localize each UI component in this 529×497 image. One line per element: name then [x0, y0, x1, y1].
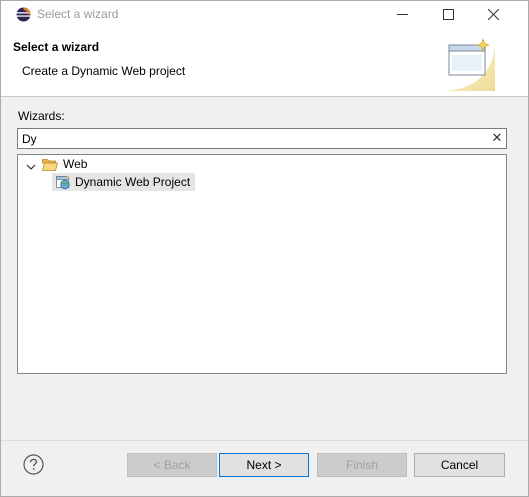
finish-button[interactable]: Finish: [317, 453, 407, 477]
dynamic-web-project-icon: [55, 174, 71, 190]
window-title: Select a wizard: [37, 7, 119, 21]
close-button[interactable]: [472, 1, 516, 29]
new-wizard-banner-icon: [441, 37, 499, 93]
banner-title: Select a wizard: [13, 40, 100, 54]
eclipse-icon: [16, 7, 31, 22]
help-icon[interactable]: [23, 454, 44, 475]
back-button[interactable]: < Back: [127, 453, 217, 477]
wizard-dialog: Select a wizard Select a wizard Create a…: [0, 0, 529, 497]
title-bar[interactable]: Select a wizard: [1, 1, 528, 29]
chevron-down-icon[interactable]: [26, 159, 36, 170]
tree-item-label: Dynamic Web Project: [75, 175, 191, 189]
wizard-tree[interactable]: Web Dynamic Web Project: [17, 154, 507, 374]
wizard-header: Select a wizard Create a Dynamic Web pro…: [1, 29, 528, 97]
footer-divider: [1, 440, 528, 441]
next-button[interactable]: Next >: [219, 453, 309, 477]
maximize-button[interactable]: [427, 1, 471, 29]
clear-icon[interactable]: ✕: [490, 130, 504, 146]
wizards-label: Wizards:: [18, 109, 65, 123]
filter-field[interactable]: ✕: [17, 128, 507, 149]
banner-description: Create a Dynamic Web project: [22, 64, 186, 78]
cancel-button[interactable]: Cancel: [414, 453, 505, 477]
filter-input[interactable]: [22, 131, 482, 146]
minimize-button[interactable]: [381, 1, 425, 29]
tree-item-label: Web: [63, 157, 88, 171]
folder-open-icon: [41, 158, 59, 171]
